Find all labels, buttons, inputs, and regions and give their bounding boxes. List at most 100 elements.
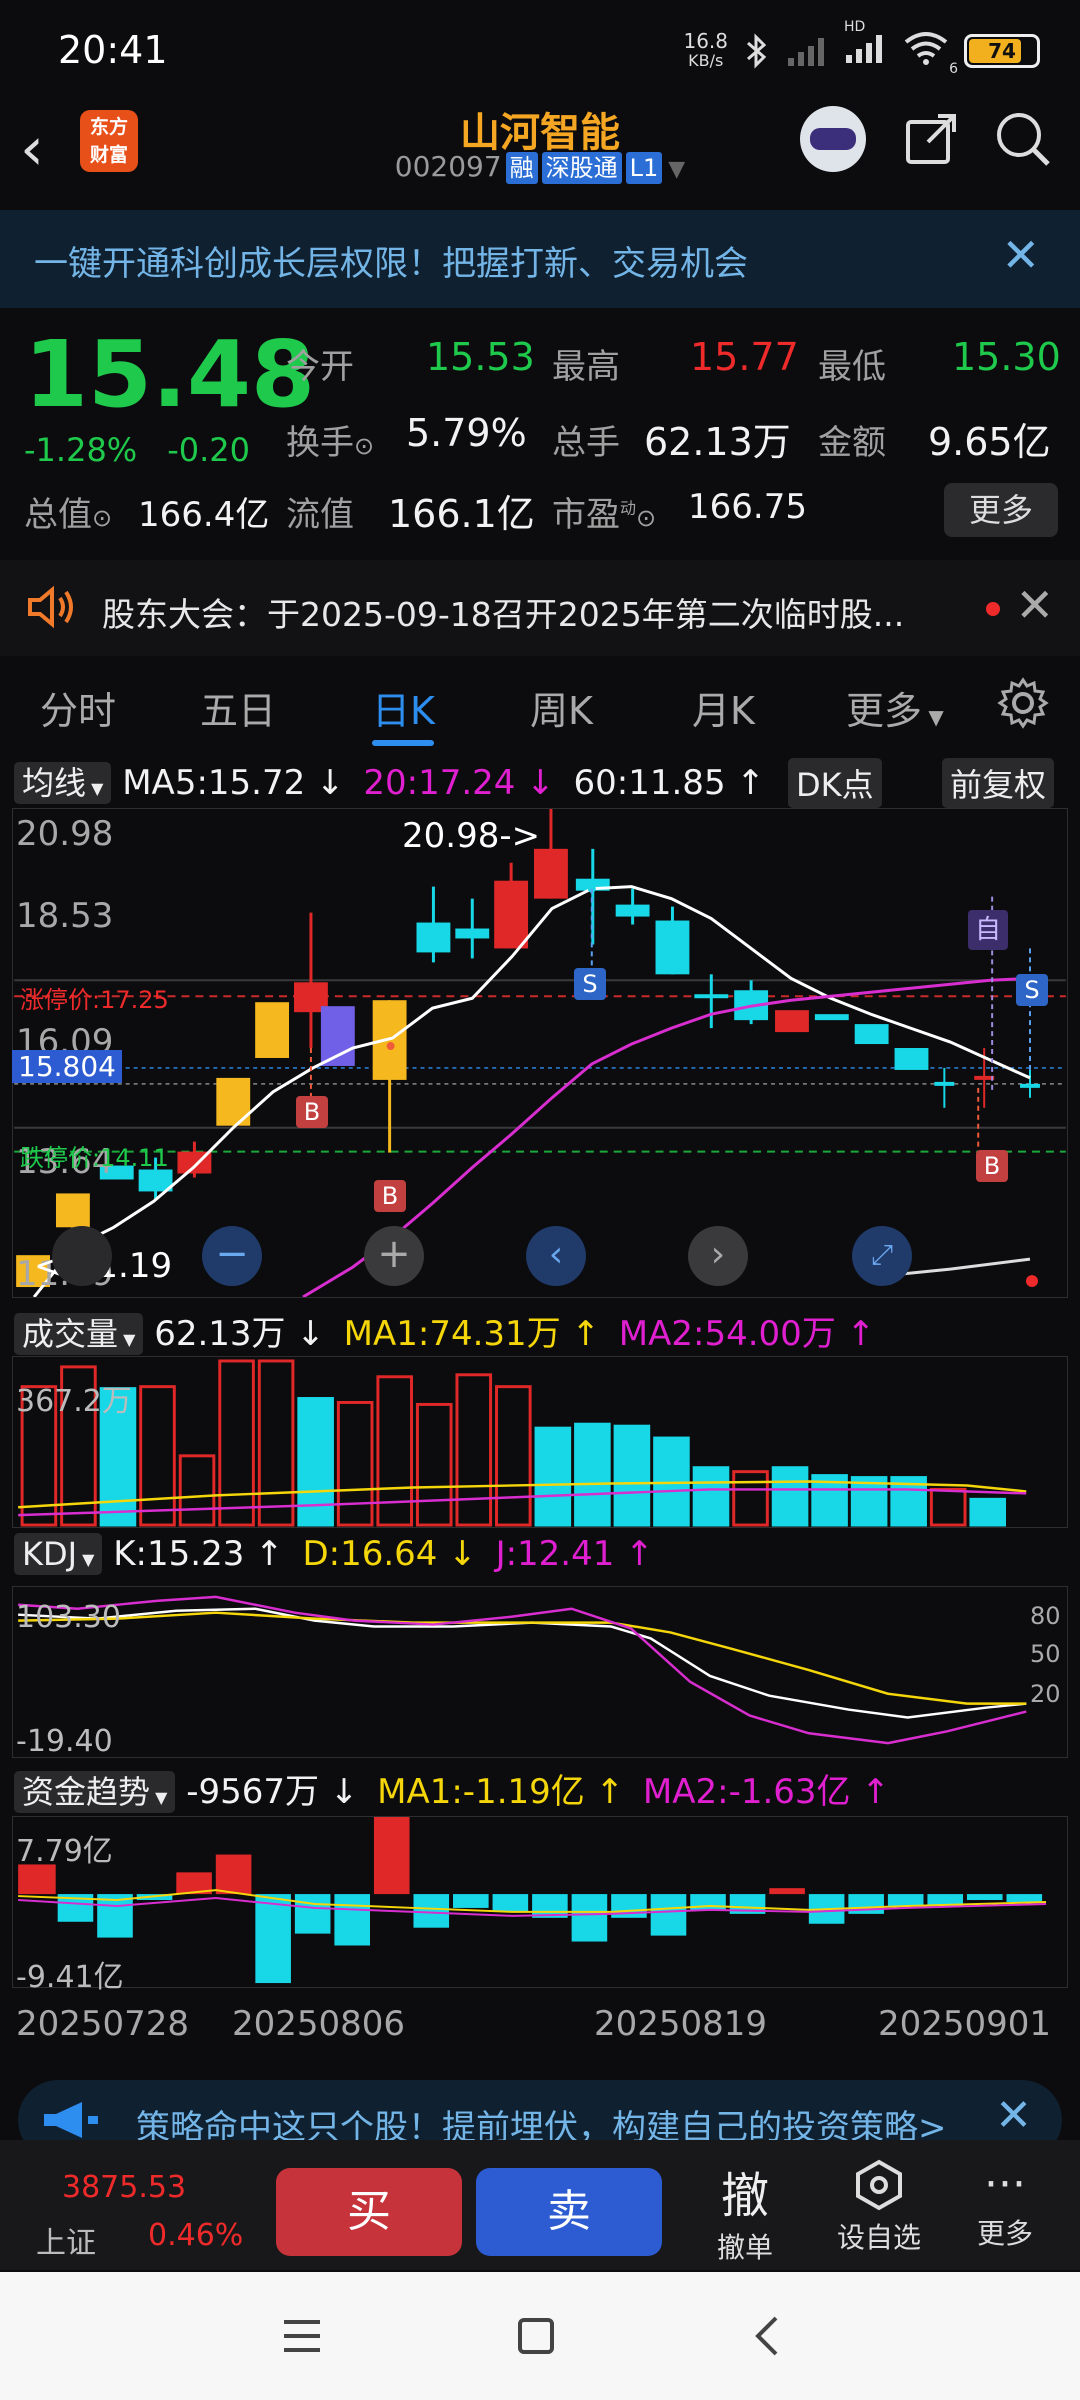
chevron-left-icon[interactable]: ‹ — [526, 1226, 586, 1286]
tab-more[interactable]: 更多 ▼ — [846, 680, 944, 735]
more-dots-icon: ··· — [984, 2159, 1026, 2210]
battery-icon: 74 — [964, 33, 1040, 68]
notice-text: 股东大会：于2025-09-18召开2025年第二次临时股... — [102, 595, 905, 634]
sell-marker[interactable]: S — [1016, 974, 1048, 1006]
volume-indicator-row: 成交量 ▼ 62.13万 ↓ MA1:74.31万 ↑ MA2:54.00万 ↑ — [14, 1306, 875, 1355]
kdj-chart[interactable] — [12, 1586, 1068, 1758]
volume-y-max: 367.2万 — [16, 1384, 132, 1419]
add-watchlist-label: 设自选 — [836, 2221, 921, 2254]
kdj-ref-50: 50 — [1030, 1640, 1061, 1668]
info-icon[interactable]: ⊙ — [92, 504, 112, 532]
more-menu-button[interactable]: ··· 更多 — [960, 2158, 1050, 2252]
open-label: 今开 — [286, 347, 354, 387]
fullscreen-icon[interactable]: ⤢ — [852, 1226, 912, 1286]
turnover-value: 5.79% — [406, 411, 527, 455]
tab-monthly-k[interactable]: 月K — [692, 680, 755, 735]
bluetooth-icon — [747, 32, 767, 69]
volume-ma1: MA1:74.31万 ↑ — [343, 1314, 600, 1354]
y-tick-1: 20.98 — [16, 814, 114, 854]
assistant-robot-icon[interactable] — [800, 106, 866, 172]
kdj-selector[interactable]: KDJ ▼ — [14, 1533, 103, 1575]
stock-header: ‹ 东方财富 山河智能 002097 融深股通 L1 ▼ — [0, 100, 1080, 205]
buy-button[interactable]: 买 — [276, 2168, 462, 2256]
share-icon[interactable] — [900, 108, 962, 170]
ma-selector[interactable]: 均线 ▼ — [14, 762, 112, 804]
close-icon[interactable]: ✕ — [1015, 578, 1054, 632]
adjust-mode-button[interactable]: 前复权 — [942, 758, 1055, 808]
low-label: 最低 — [818, 347, 886, 387]
kline-chart[interactable] — [12, 808, 1068, 1298]
cancel-order-button[interactable]: 撤 撤单 — [700, 2156, 790, 2266]
ma-indicator-row: 均线 ▼ MA5:15.72 ↓ 20:17.24 ↓ 60:11.85 ↑ — [14, 758, 765, 804]
sell-marker[interactable]: S — [574, 968, 606, 1000]
add-watchlist-button[interactable]: 设自选 — [824, 2158, 934, 2256]
ma5-value: MA5:15.72 ↓ — [122, 763, 345, 803]
menu-icon[interactable] — [280, 2316, 324, 2356]
index-value[interactable]: 3875.53 — [62, 2170, 186, 2205]
quote-panel: 15.48 -1.28% -0.20 今开 15.53 最高 15.77 最低 1… — [0, 315, 1080, 545]
info-icon[interactable]: ⊙ — [354, 432, 374, 460]
ma60-value: 60:11.85 ↑ — [573, 763, 765, 803]
tag-connect: 深股通 — [541, 152, 622, 184]
bottom-action-bar: 3875.53 上证 0.46% 买 卖 撤 撤单 设自选 ··· 更多 — [0, 2140, 1080, 2270]
buy-marker[interactable]: B — [976, 1150, 1008, 1182]
volume-selector[interactable]: 成交量 ▼ — [14, 1313, 144, 1355]
info-icon[interactable]: ⊙ — [636, 504, 656, 532]
pe-label: 市盈动⊙ — [552, 495, 657, 535]
period-tabs: 分时 五日 日K 周K 月K 更多 ▼ — [0, 660, 1080, 746]
low-value: 15.30 — [952, 335, 1061, 379]
date-axis: 20250728 20250806 20250819 20250901 — [0, 1990, 1080, 2050]
status-icons: 16.8 KB/s HD 6 74 — [683, 19, 1040, 77]
cancel-order-label: 撤单 — [716, 2231, 773, 2264]
signal-hd-icon: HD — [844, 19, 888, 70]
last-price: 15.48 — [24, 321, 316, 428]
search-icon[interactable] — [992, 108, 1054, 170]
fund-ma2: MA2:-1.63亿 ↑ — [642, 1772, 890, 1812]
more-quote-button[interactable]: 更多 — [944, 483, 1058, 537]
notice-bar[interactable]: 股东大会：于2025-09-18召开2025年第二次临时股... ✕ — [0, 560, 1080, 656]
back-icon[interactable] — [752, 2314, 782, 2358]
kdj-d: D:16.64 ↓ — [302, 1534, 477, 1574]
limit-up-label: 涨停价:17.25 — [20, 986, 169, 1014]
tab-five-day[interactable]: 五日 — [200, 680, 276, 735]
zoom-in-button[interactable]: + — [364, 1226, 424, 1286]
tag-margin: 融 — [505, 152, 538, 184]
fund-selector[interactable]: 资金趋势 ▼ — [14, 1771, 176, 1813]
high-value: 15.77 — [690, 335, 799, 379]
high-annotation: 20.98-> — [402, 816, 541, 856]
buy-marker[interactable]: B — [296, 1096, 328, 1128]
fund-bars — [18, 1817, 1043, 1984]
self-marker[interactable]: 自 — [968, 910, 1008, 950]
turnover-label: 换手⊙ — [286, 423, 375, 463]
float-label: 流值 — [286, 495, 354, 535]
mktcap-label: 总值⊙ — [24, 495, 113, 535]
close-icon[interactable]: ✕ — [1001, 228, 1040, 282]
pe-value: 166.75 — [688, 487, 807, 527]
kdj-k: K:15.23 ↑ — [113, 1534, 284, 1574]
scroll-left-circle[interactable] — [52, 1226, 112, 1286]
home-icon[interactable] — [516, 2316, 556, 2356]
candles-up — [16, 809, 995, 1288]
zoom-out-button[interactable]: − — [202, 1226, 262, 1286]
sell-button[interactable]: 卖 — [476, 2168, 662, 2256]
system-nav-bar — [0, 2272, 1080, 2400]
promo-banner[interactable]: 一键开通科创成长层权限！把握打新、交易机会 ✕ — [0, 210, 1080, 308]
current-price-tag: 15.804 — [12, 1050, 122, 1083]
chevron-right-icon[interactable]: › — [688, 1226, 748, 1286]
cancel-icon: 撤 — [720, 2168, 769, 2224]
kdj-ref-20: 20 — [1030, 1680, 1061, 1708]
fund-chart[interactable] — [12, 1816, 1068, 1988]
date-tick: 20250728 — [16, 2004, 190, 2044]
buy-marker[interactable]: B — [374, 1180, 406, 1212]
gear-icon[interactable] — [996, 676, 1050, 730]
wifi-icon: 6 — [902, 30, 958, 77]
tab-weekly-k[interactable]: 周K — [530, 680, 593, 735]
volume-chart[interactable] — [12, 1356, 1068, 1528]
tab-daily-k[interactable]: 日K — [372, 680, 435, 735]
dk-point-button[interactable]: DK点 — [788, 758, 882, 808]
tab-intraday[interactable]: 分时 — [40, 680, 116, 735]
promo-banner-text: 一键开通科创成长层权限！把握打新、交易机会 — [34, 244, 748, 284]
fund-indicator-row: 资金趋势 ▼ -9567万 ↓ MA1:-1.19亿 ↑ MA2:-1.63亿 … — [14, 1764, 890, 1813]
fund-ma1: MA1:-1.19亿 ↑ — [377, 1772, 625, 1812]
close-icon[interactable]: ✕ — [995, 2090, 1032, 2141]
